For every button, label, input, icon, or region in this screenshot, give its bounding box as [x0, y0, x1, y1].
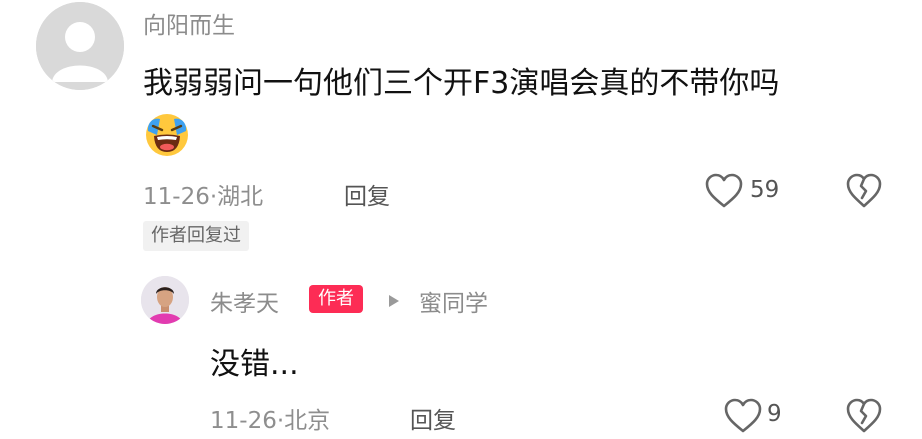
like-heart-icon[interactable] [705, 173, 743, 209]
avatar[interactable] [36, 2, 124, 90]
reply-avatar[interactable] [141, 276, 189, 324]
author-avatar-icon [141, 276, 189, 324]
reply-to-username[interactable]: 蜜同学 [419, 284, 488, 318]
comment-username[interactable]: 向阳而生 [143, 6, 235, 40]
comment-location: 湖北 [217, 184, 264, 210]
comment-text: 我弱弱问一句他们三个开F3演唱会真的不带你吗 [143, 66, 780, 101]
comment-meta: 11-26·湖北 [143, 177, 263, 211]
reply-username[interactable]: 朱孝天 [210, 284, 279, 318]
dislike-broken-heart-icon[interactable] [846, 173, 882, 209]
laughing-crying-emoji-icon [143, 111, 191, 159]
default-avatar-icon [36, 2, 124, 90]
reply-meta: 11-26·北京 [210, 401, 330, 435]
reply-like-heart-icon[interactable] [724, 398, 762, 434]
reply-reply-button[interactable]: 回复 [410, 401, 456, 435]
author-replied-tag: 作者回复过 [143, 221, 249, 251]
reply-like-count: 9 [767, 401, 782, 427]
reply-location: 北京 [284, 408, 331, 434]
reply-dislike-broken-heart-icon[interactable] [846, 398, 882, 434]
comment-date: 11-26 [143, 184, 210, 210]
reply-date: 11-26 [210, 408, 277, 434]
author-badge: 作者 [309, 285, 363, 313]
reply-text: 没错... [210, 347, 299, 382]
play-triangle-icon [388, 293, 400, 307]
reply-button[interactable]: 回复 [344, 177, 390, 211]
like-count: 59 [750, 177, 780, 203]
